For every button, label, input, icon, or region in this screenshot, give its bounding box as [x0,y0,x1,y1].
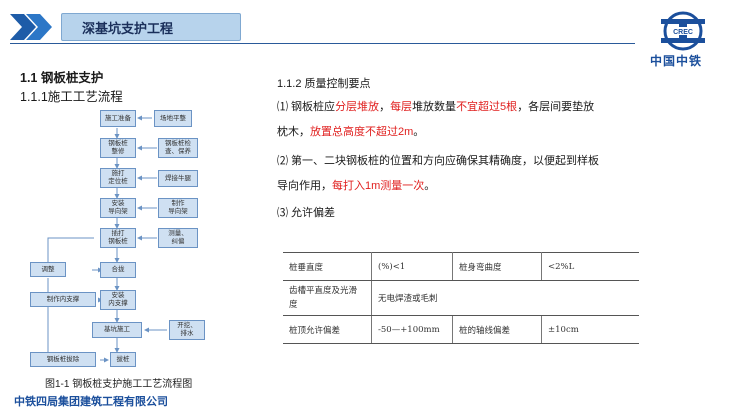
highlight-text: 每层 [390,101,413,113]
flow-node-adjust: 调整 [30,262,66,277]
flow-node-level: 场地平整 [154,110,192,127]
text-segment: 。 [424,180,436,192]
flow-node-install-guide: 安装 导向架 [100,198,136,218]
tolerance-table: 桩垂直度 (%)<1 桩身弯曲度 <2%L 齿槽平直度及光滑度 无电焊渣或毛刺 … [283,252,639,344]
flow-node-make-guide: 制作 导向架 [158,198,198,218]
table-row: 桩顶允许偏差 -50—+100mm 桩的轴线偏差 ±10cm [283,315,639,344]
quality-point-1: ⑴ 钢板桩应分层堆放，每层堆放数量不宜超过5根，各层间要垫放枕木，放置总高度不超… [277,95,647,145]
table-cell: 无电焊渣或毛刺 [371,280,639,316]
quality-heading: 1.1.2 质量控制要点 [277,78,371,90]
table-cell: 桩的轴线偏差 [452,315,542,344]
highlight-text: 分层堆放 [335,101,380,113]
flow-node-prep: 施工准备 [100,110,136,127]
header-divider [10,43,635,44]
flow-node-survey: 测量、 纠偏 [158,228,198,248]
text-segment: 堆放数量 [412,101,457,113]
table-cell: 桩身弯曲度 [452,252,542,281]
flow-node-make-brace: 制作内支撑 [30,292,96,307]
highlight-text: 不宜超过5根 [456,101,518,113]
flow-node-pull: 钢板桩拔除 [30,352,96,367]
page-title: 深基坑支护工程 [61,13,241,41]
subsection-title: 1.1.1施工工艺流程 [20,90,123,104]
quality-point-3: ⑶ 允许偏差 [277,207,336,219]
text-segment: 枕木， [277,126,310,138]
highlight-text: 放置总高度不超过2m [310,126,414,138]
text-segment: ⑵ 第一、二块钢板桩的位置和方向应确保其精确度，以便起到样板 [277,155,600,167]
table-cell: ±10cm [541,315,639,344]
flow-node-excavate: 基坑施工 [92,322,142,338]
table-cell: -50—+100mm [371,315,453,344]
flow-node-position: 施打 定位桩 [100,168,136,188]
quality-point-2: ⑵ 第一、二块钢板桩的位置和方向应确保其精确度，以便起到样板 导向作用，每打入1m… [277,149,647,199]
chevron-decoration-icon [10,14,52,40]
highlight-text: 每打入1m测量一次 [332,180,425,192]
table-row: 桩垂直度 (%)<1 桩身弯曲度 <2%L [283,252,639,281]
svg-text:CREC: CREC [673,29,693,36]
table-cell: 桩顶允许偏差 [283,315,372,344]
flow-node-pull-final: 拔桩 [110,352,136,367]
text-segment: 。 [413,126,425,138]
table-cell: 齿槽平直度及光滑度 [283,280,372,316]
table-cell: 桩垂直度 [283,252,372,281]
company-footer: 中铁四局集团建筑工程有限公司 [14,396,168,408]
flow-node-pile-inspect: 钢板桩 整修 [100,138,136,158]
logo-text: 中国中铁 [650,54,703,68]
text-segment: ，各层间要垫放 [517,101,595,113]
flowchart-caption: 图1-1 钢板桩支护施工工艺流程图 [45,379,193,390]
text-segment: ⑴ 钢板桩应 [277,101,336,113]
flow-node-drive: 插打 钢板桩 [100,228,136,248]
text-segment: ， [379,101,391,113]
crec-logo-icon: CREC [661,11,705,51]
flow-node-dewater: 开挖、 排水 [169,320,205,340]
flow-node-close: 合拢 [100,262,136,278]
text-segment: 导向作用， [277,180,332,192]
table-cell: (%)<1 [371,252,453,281]
flow-node-pile-store: 钢板桩检 查、保养 [158,138,198,158]
section-title: 1.1 钢板桩支护 [20,71,104,85]
table-row: 齿槽平直度及光滑度 无电焊渣或毛刺 [283,280,639,316]
table-cell: <2%L [541,252,639,281]
flow-node-install-brace: 安装 内支撑 [100,290,136,310]
flow-node-weld: 焊接牛腿 [158,170,198,187]
process-flowchart: 施工准备 场地平整 钢板桩 整修 钢板桩检 查、保养 施打 定位桩 焊接牛腿 安… [30,106,230,376]
